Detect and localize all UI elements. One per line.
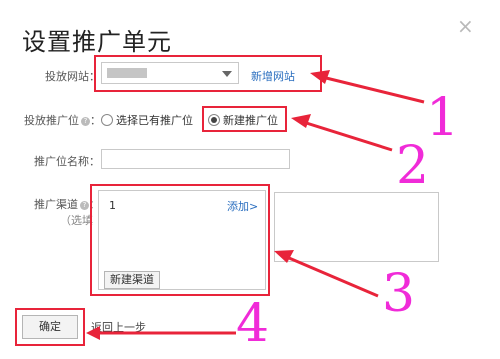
arrow-2-head xyxy=(291,114,311,128)
arrow-3-head xyxy=(274,250,294,263)
arrow-4-head xyxy=(86,326,100,340)
annotation-number-3: 3 xyxy=(382,264,416,324)
annotation-number-2: 2 xyxy=(396,136,430,196)
arrow-1-head xyxy=(310,70,330,84)
arrow-1 xyxy=(317,74,425,104)
arrow-2 xyxy=(299,119,393,152)
arrow-3 xyxy=(281,253,379,298)
annotation-number-4: 4 xyxy=(236,294,270,354)
annotation-number-1: 1 xyxy=(426,88,460,148)
